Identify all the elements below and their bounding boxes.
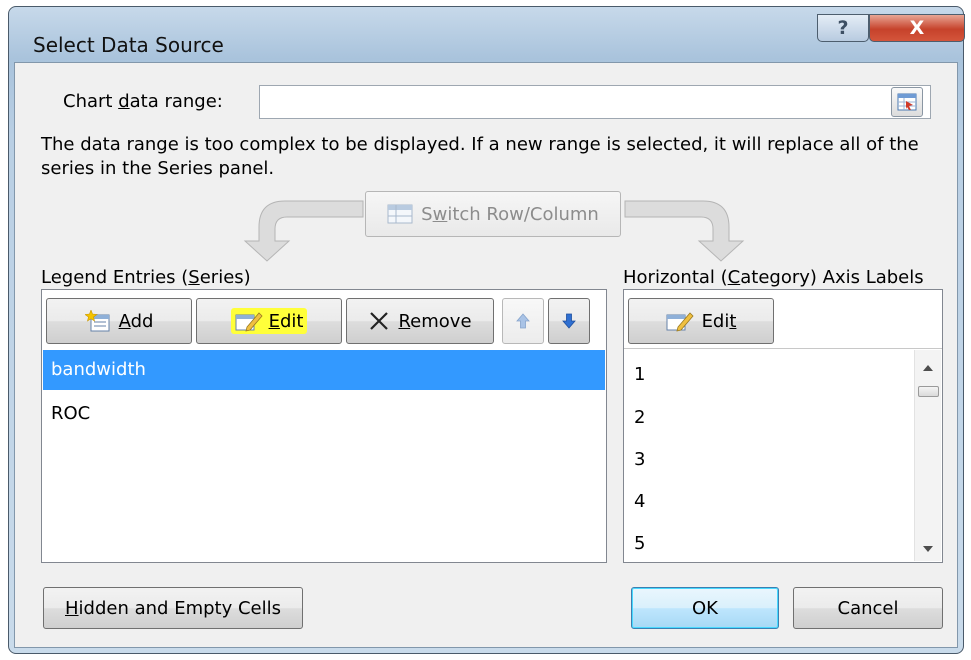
edit-highlight: Edit <box>230 308 308 334</box>
remove-x-icon <box>370 312 389 330</box>
axis-labels-panel: Edit 1 2 3 4 5 <box>623 289 943 563</box>
scroll-thumb[interactable] <box>918 386 939 397</box>
hidden-empty-cells-button[interactable]: Hidden and Empty Cells <box>43 587 303 629</box>
remove-series-button[interactable]: Remove <box>346 298 494 344</box>
axis-label-item[interactable]: 5 <box>634 533 645 554</box>
scroll-down-icon[interactable] <box>922 545 934 553</box>
legend-entries-panel: Add Edit Remove bandwidth ROC <box>41 289 607 563</box>
help-button[interactable]: ? <box>817 14 869 42</box>
range-message: The data range is too complex to be disp… <box>41 134 919 179</box>
move-up-button[interactable] <box>502 298 544 344</box>
axis-list-scrollbar[interactable] <box>914 350 941 561</box>
range-picker-button[interactable] <box>891 87 923 117</box>
hidden-empty-cells-label: Hidden and Empty Cells <box>65 597 281 619</box>
switch-grid-icon <box>387 204 413 224</box>
edit-axis-label: Edit <box>701 310 737 332</box>
axis-labels-title: Horizontal (Category) Axis Labels <box>623 267 924 288</box>
ok-button[interactable]: OK <box>631 587 779 629</box>
add-series-label: Add <box>118 310 154 332</box>
cancel-button[interactable]: Cancel <box>793 587 943 629</box>
axis-label-item[interactable]: 3 <box>634 449 645 470</box>
series-item-bandwidth[interactable]: bandwidth <box>43 350 605 390</box>
legend-entries-title: Legend Entries (Series) <box>41 267 251 288</box>
axis-list-divider <box>624 348 942 349</box>
edit-series-label: Edit <box>268 310 304 332</box>
arrow-down-icon <box>562 313 576 329</box>
add-series-icon <box>84 310 110 332</box>
arrow-up-icon <box>516 313 530 329</box>
edit-axis-icon <box>666 312 694 332</box>
series-item-roc[interactable]: ROC <box>43 394 605 434</box>
chart-data-range-label: Chart data range: <box>63 91 223 112</box>
remove-series-label: Remove <box>398 310 472 332</box>
axis-label-item[interactable]: 1 <box>634 364 645 385</box>
dialog-title: Select Data Source <box>33 33 224 57</box>
move-down-button[interactable] <box>548 298 590 344</box>
axis-label-item[interactable]: 4 <box>634 491 645 512</box>
add-series-button[interactable]: Add <box>46 298 192 344</box>
help-icon: ? <box>837 17 849 39</box>
dialog-body: Chart data range: The data range is too … <box>14 62 958 648</box>
edit-series-button[interactable]: Edit <box>196 298 342 344</box>
scroll-up-icon[interactable] <box>922 364 934 372</box>
range-picker-icon <box>897 93 917 111</box>
switch-row-column-label: Switch Row/Column <box>421 203 599 225</box>
chart-data-range-input[interactable] <box>259 85 931 119</box>
edit-axis-labels-button[interactable]: Edit <box>628 298 774 344</box>
curved-arrow-left-icon <box>243 200 364 262</box>
edit-series-icon <box>235 312 263 332</box>
switch-row-column-button[interactable]: Switch Row/Column <box>365 191 621 237</box>
close-button[interactable]: X <box>869 14 965 42</box>
axis-label-item[interactable]: 2 <box>634 407 645 428</box>
curved-arrow-right-icon <box>624 200 745 262</box>
close-icon: X <box>909 17 925 39</box>
